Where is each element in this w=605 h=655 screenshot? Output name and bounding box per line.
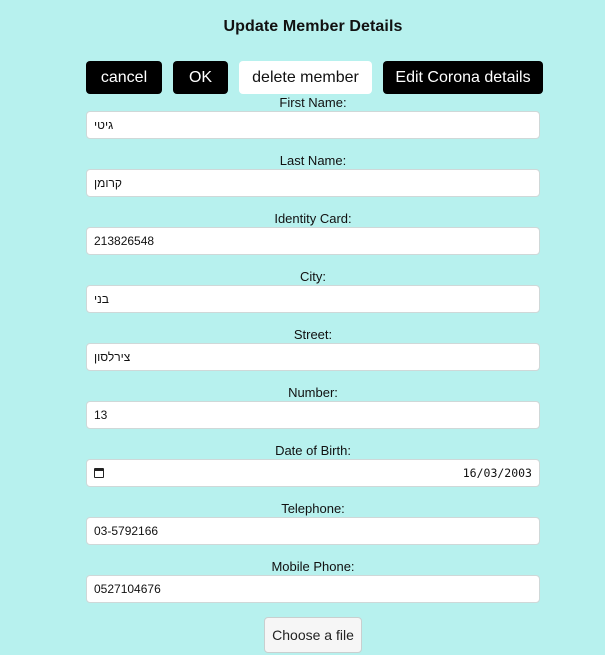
date-of-birth-input[interactable]: 16/03/2003 [86, 459, 540, 487]
edit-corona-details-button[interactable]: Edit Corona details [383, 61, 543, 94]
mobile-phone-field: Mobile Phone: 0527104676 [86, 559, 540, 617]
street-field: Street: צירלסון [86, 327, 540, 385]
city-label: City: [300, 269, 326, 284]
last-name-field: Last Name: קרומן [86, 153, 540, 211]
ok-button[interactable]: OK [173, 61, 228, 94]
page-title: Update Member Details [223, 18, 403, 35]
identity-card-label: Identity Card: [274, 211, 352, 226]
street-input[interactable]: צירלסון [86, 343, 540, 371]
delete-member-button[interactable]: delete member [239, 61, 372, 94]
last-name-input[interactable]: קרומן [86, 169, 540, 197]
choose-file-button[interactable]: Choose a file [264, 617, 362, 653]
first-name-field: First Name: גיטי [86, 95, 540, 153]
telephone-label: Telephone: [281, 501, 345, 516]
date-of-birth-label: Date of Birth: [275, 443, 351, 458]
date-of-birth-value: 16/03/2003 [462, 466, 532, 480]
member-form: First Name: גיטי Last Name: קרומן Identi… [86, 95, 540, 617]
number-input[interactable]: 13 [86, 401, 540, 429]
last-name-label: Last Name: [279, 153, 347, 168]
mobile-phone-input[interactable]: 0527104676 [86, 575, 540, 603]
first-name-label: First Name: [279, 95, 347, 110]
identity-card-input[interactable]: 213826548 [86, 227, 540, 255]
date-of-birth-field: Date of Birth: 16/03/2003 [86, 443, 540, 501]
action-toolbar: cancel OK delete member Edit Corona deta… [86, 61, 543, 94]
number-field: Number: 13 [86, 385, 540, 443]
street-label: Street: [293, 327, 333, 342]
city-input[interactable]: בני [86, 285, 540, 313]
calendar-icon[interactable] [94, 468, 104, 478]
telephone-field: Telephone: 03-5792166 [86, 501, 540, 559]
first-name-input[interactable]: גיטי [86, 111, 540, 139]
identity-card-field: Identity Card: 213826548 [86, 211, 540, 269]
number-label: Number: [288, 385, 338, 400]
telephone-input[interactable]: 03-5792166 [86, 517, 540, 545]
cancel-button[interactable]: cancel [86, 61, 162, 94]
mobile-phone-label: Mobile Phone: [271, 559, 355, 574]
city-field: City: בני [86, 269, 540, 327]
